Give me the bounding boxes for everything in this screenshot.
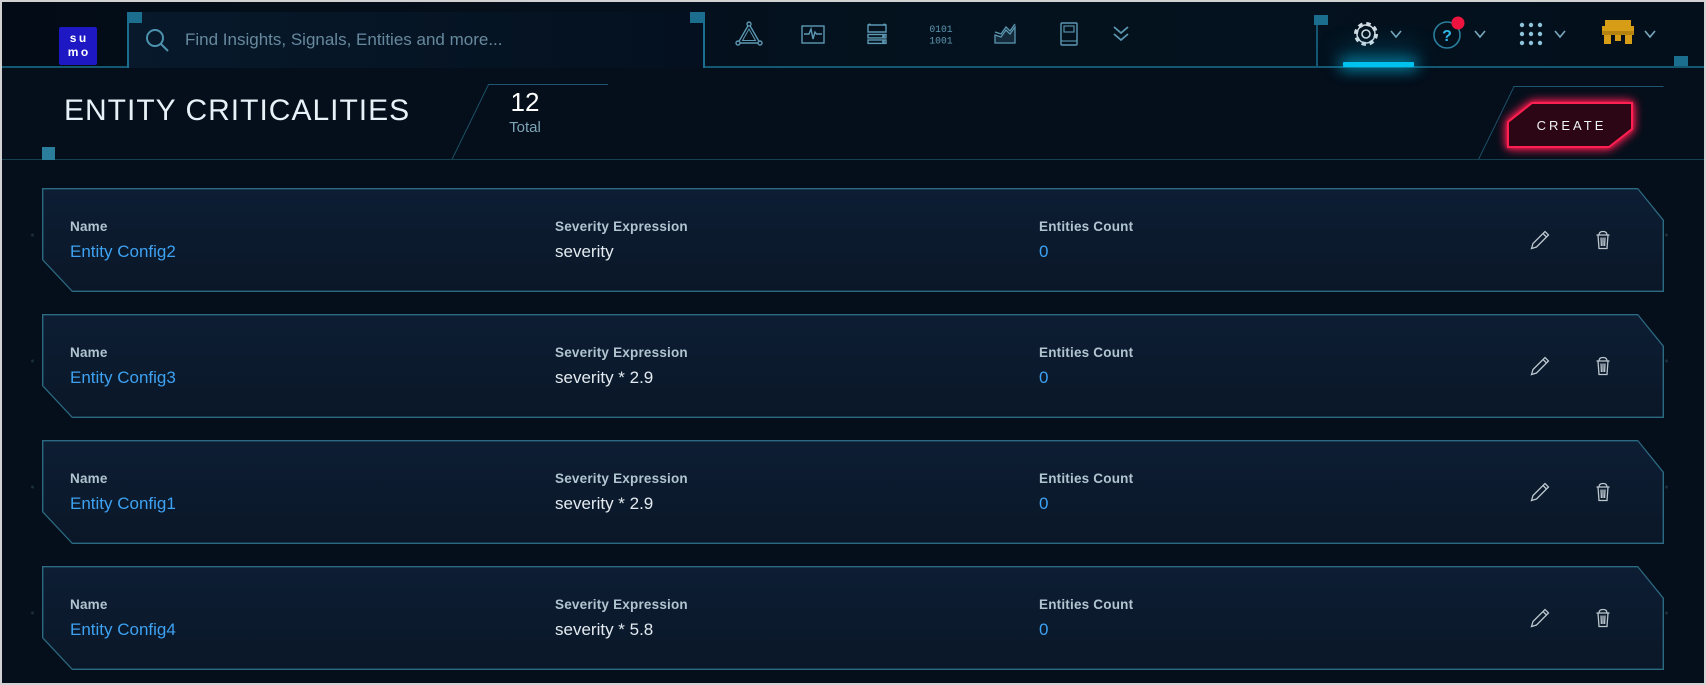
delete-button[interactable] (1590, 479, 1616, 505)
top-nav: su mo (2, 2, 1704, 68)
entities-count-label: Entities Count (1039, 597, 1527, 612)
chevron-down-icon (1643, 29, 1657, 39)
double-chevron-down-icon[interactable] (1106, 19, 1136, 49)
severity-expression-value: severity * 2.9 (555, 368, 1039, 388)
global-search (127, 12, 705, 68)
corner-bracket (42, 147, 55, 160)
entities-count-label: Entities Count (1039, 471, 1527, 486)
triangle-radar-icon[interactable] (734, 19, 764, 49)
list-item: Name Entity Config2 Severity Expression … (42, 188, 1664, 292)
name-label: Name (70, 471, 555, 486)
create-button-label: CREATE (1507, 102, 1633, 148)
heartbeat-monitor-icon[interactable] (798, 19, 828, 49)
svg-text:1001: 1001 (929, 36, 952, 47)
chevron-down-icon (1553, 29, 1567, 39)
name-link[interactable]: Entity Config4 (70, 620, 176, 640)
page-header: ENTITY CRITICALITIES 12 Total CREATE (2, 70, 1704, 160)
chevron-down-icon (1389, 29, 1403, 39)
entities-count-link[interactable]: 0 (1039, 620, 1048, 640)
list-item: Name Entity Config3 Severity Expression … (42, 314, 1664, 418)
create-button[interactable]: CREATE (1507, 102, 1633, 148)
name-link[interactable]: Entity Config2 (70, 242, 176, 262)
search-icon (143, 26, 171, 54)
help-menu[interactable]: ? (1430, 2, 1487, 66)
user-avatar (1600, 19, 1636, 49)
book-icon[interactable] (1054, 19, 1084, 49)
sumo-logo[interactable]: su mo (59, 27, 97, 65)
list-item: Name Entity Config1 Severity Expression … (42, 440, 1664, 544)
chevron-down-icon (1473, 29, 1487, 39)
search-input[interactable] (185, 30, 665, 50)
help-icon: ? (1430, 16, 1466, 52)
edit-button[interactable] (1527, 605, 1553, 631)
edit-button[interactable] (1527, 479, 1553, 505)
server-stack-icon[interactable] (862, 19, 892, 49)
settings-menu[interactable] (1350, 2, 1403, 66)
pencil-icon (1528, 480, 1552, 504)
severity-expression-label: Severity Expression (555, 219, 1039, 234)
svg-text:0101: 0101 (929, 24, 952, 35)
notification-dot (1452, 17, 1465, 30)
entities-count-label: Entities Count (1039, 345, 1527, 360)
trash-icon (1591, 228, 1615, 252)
sumo-logo-text-bottom: mo (65, 46, 91, 60)
delete-button[interactable] (1590, 605, 1616, 631)
gear-icon (1350, 18, 1382, 50)
list-item: Name Entity Config4 Severity Expression … (42, 566, 1664, 670)
topbar-divider (1316, 15, 1318, 66)
delete-button[interactable] (1590, 227, 1616, 253)
severity-expression-value: severity (555, 242, 1039, 262)
corner-bracket (1674, 56, 1688, 66)
area-chart-icon[interactable] (990, 19, 1020, 49)
pencil-icon (1528, 228, 1552, 252)
delete-button[interactable] (1590, 353, 1616, 379)
page-title: ENTITY CRITICALITIES (64, 94, 410, 128)
user-menu[interactable] (1600, 2, 1657, 66)
severity-expression-value: severity * 2.9 (555, 494, 1039, 514)
name-label: Name (70, 345, 555, 360)
severity-expression-label: Severity Expression (555, 471, 1039, 486)
trash-icon (1591, 354, 1615, 378)
criticality-list: Name Entity Config2 Severity Expression … (2, 161, 1704, 683)
total-value: 12 (490, 88, 560, 117)
severity-expression-value: severity * 5.8 (555, 620, 1039, 640)
app-window: su mo (0, 0, 1706, 685)
trash-icon (1591, 606, 1615, 630)
edit-button[interactable] (1527, 353, 1553, 379)
nav-icon-row: 0101 1001 (734, 2, 1136, 66)
total-badge: 12 Total (490, 88, 560, 136)
severity-expression-label: Severity Expression (555, 597, 1039, 612)
name-link[interactable]: Entity Config3 (70, 368, 176, 388)
total-label: Total (490, 119, 560, 136)
sumo-logo-text-top: su (67, 32, 89, 46)
severity-expression-label: Severity Expression (555, 345, 1039, 360)
edit-button[interactable] (1527, 227, 1553, 253)
apps-menu[interactable] (1516, 2, 1567, 66)
active-nav-indicator (1343, 62, 1414, 67)
name-label: Name (70, 219, 555, 234)
name-label: Name (70, 597, 555, 612)
binary-code-icon[interactable]: 0101 1001 (926, 19, 956, 49)
entities-count-link[interactable]: 0 (1039, 368, 1048, 388)
pencil-icon (1528, 354, 1552, 378)
trash-icon (1591, 480, 1615, 504)
name-link[interactable]: Entity Config1 (70, 494, 176, 514)
entities-count-link[interactable]: 0 (1039, 242, 1048, 262)
svg-text:?: ? (1442, 28, 1452, 45)
apps-grid-icon (1516, 19, 1546, 49)
entities-count-link[interactable]: 0 (1039, 494, 1048, 514)
pencil-icon (1528, 606, 1552, 630)
entities-count-label: Entities Count (1039, 219, 1527, 234)
